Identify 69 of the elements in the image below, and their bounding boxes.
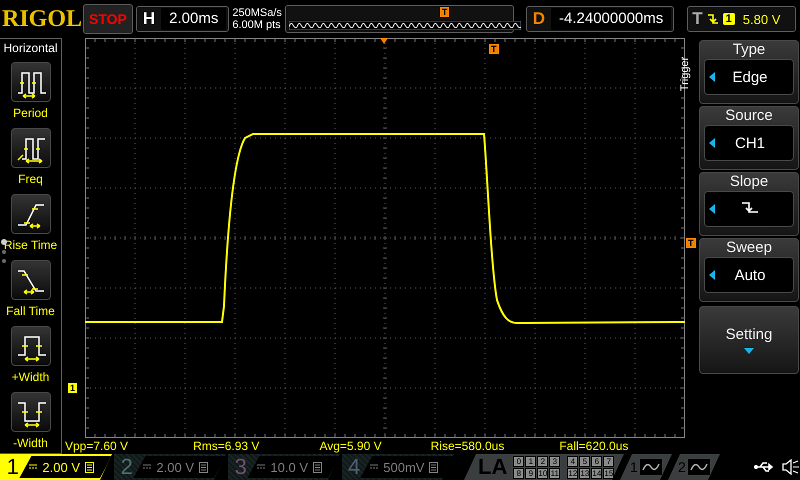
source-badge: 1 (722, 13, 735, 25)
channel-tab[interactable]: 1 2.00 V (0, 454, 112, 480)
channel-marker[interactable]: 1 (68, 383, 78, 393)
speaker-icon (782, 459, 800, 475)
bandwidth-icon (199, 462, 208, 472)
option-field[interactable]: Edge (704, 59, 794, 95)
channel-tab[interactable]: 3 10.0 V (228, 454, 340, 480)
timebase-display[interactable]: H 2.00ms (136, 6, 230, 32)
channel-tab[interactable]: 2 2.00 V (114, 454, 226, 480)
caret-icon (709, 204, 715, 214)
channel-tab[interactable]: 4 500mV (342, 454, 454, 480)
option-field[interactable] (704, 191, 794, 227)
measurement-readout: Fall=620.0us (559, 439, 628, 453)
measure-button[interactable] (10, 62, 50, 102)
option-field[interactable]: Auto (704, 257, 794, 293)
menu-softkey[interactable]: Type Edge (699, 40, 799, 104)
measurement-readout: Vpp=7.60 V (65, 439, 128, 453)
falling-edge-icon (706, 12, 719, 26)
measurement-readout: Rms=6.93 V (193, 439, 260, 453)
dc-coupling-icon (257, 464, 266, 470)
measurement-readout: Rise=580.0us (430, 439, 504, 453)
center-marker-icon (380, 38, 388, 44)
menu-title: Trigger (679, 56, 692, 92)
option-field[interactable]: CH1 (704, 125, 794, 161)
trigger-display[interactable]: T 1 5.80 V (687, 6, 796, 32)
usb-icon (754, 461, 776, 473)
bandwidth-icon (313, 462, 322, 472)
menu-softkey[interactable]: Source CH1 (699, 106, 799, 170)
trigger-level: 5.80 V (742, 12, 780, 26)
delay-display[interactable]: D -4.24000000ms (526, 6, 674, 32)
measure-button[interactable] (10, 128, 50, 168)
softkey-label: Source (725, 107, 773, 125)
caret-icon (709, 270, 715, 280)
measure-button[interactable] (10, 260, 50, 300)
caret-icon (744, 348, 754, 354)
bandwidth-icon (429, 462, 438, 472)
trigger-level-marker[interactable]: T (686, 238, 696, 248)
bandwidth-icon (85, 462, 94, 472)
measure-button[interactable] (10, 326, 50, 366)
logic-analyzer-tab[interactable]: LA 0 1 2 3 4 5 6 7 8 9 10 11 12 13 14 15 (464, 454, 624, 480)
caret-icon (709, 72, 715, 82)
setting-button[interactable]: Setting (699, 306, 799, 374)
wave-icon (688, 459, 710, 475)
measurement-readout: Avg=5.90 V (319, 439, 382, 453)
run-stop-status[interactable]: STOP (83, 4, 133, 34)
sample-rate: 250MSa/s (232, 7, 282, 19)
dc-coupling-icon (143, 464, 152, 470)
softkey-label: Slope (730, 173, 768, 191)
button-label: +Width (12, 370, 50, 384)
dc-coupling-icon (370, 464, 378, 470)
memory-depth: 6.00M pts (232, 19, 282, 31)
button-label: Period (13, 106, 48, 120)
button-label: -Width (13, 436, 48, 450)
measure-button[interactable] (10, 392, 50, 432)
menu-softkey[interactable]: Sweep Auto (699, 238, 799, 302)
brand-logo: RIGOL (2, 6, 80, 32)
menu-softkey[interactable]: Slope (699, 172, 799, 236)
dc-coupling-icon (29, 464, 38, 470)
softkey-label: Type (732, 41, 766, 59)
button-label: Fall Time (6, 304, 55, 318)
wave-icon (640, 459, 662, 475)
measure-button[interactable] (10, 194, 50, 234)
falling-edge-icon (741, 200, 759, 214)
trigger-marker: T (440, 7, 450, 17)
softkey-label: Sweep (726, 239, 772, 257)
button-label: Freq (18, 172, 43, 186)
menu-title: Horizontal (3, 41, 58, 55)
caret-icon (709, 138, 715, 148)
trigger-position-marker[interactable]: T (489, 44, 498, 54)
